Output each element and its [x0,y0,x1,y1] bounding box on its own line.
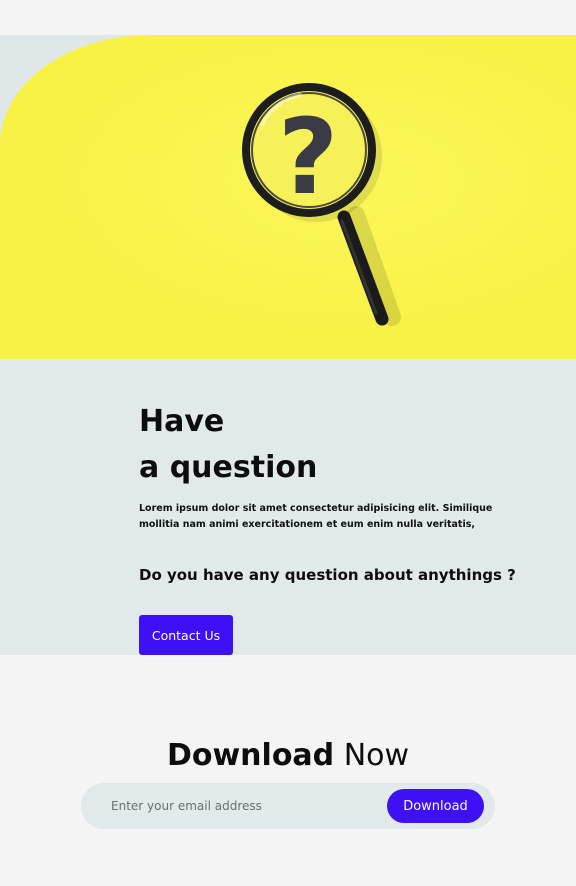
email-input[interactable] [111,783,381,829]
download-heading-bold: Download [166,738,335,773]
question-section: Have a question Lorem ipsum dolor sit am… [0,359,576,655]
magnifying-glass-question-icon: ? [242,83,401,326]
contact-us-button[interactable]: Contact Us [139,615,233,655]
svg-text:?: ? [278,96,338,218]
download-button[interactable]: Download [387,789,484,823]
section-question: Do you have any question about anythings… [139,566,516,584]
title-line-1: Have [139,404,225,439]
download-heading-light: Now [343,738,410,773]
email-subscribe-form: Download [81,783,495,829]
section-description: Lorem ipsum dolor sit amet consectetur a… [139,503,493,530]
hero-image: ? [0,35,576,359]
download-heading: Download Now [0,738,576,773]
title-line-2: a question [139,450,318,485]
page: ? Have a question Lorem ipsum dolor sit … [0,0,576,886]
section-title: Have a question [139,399,317,491]
